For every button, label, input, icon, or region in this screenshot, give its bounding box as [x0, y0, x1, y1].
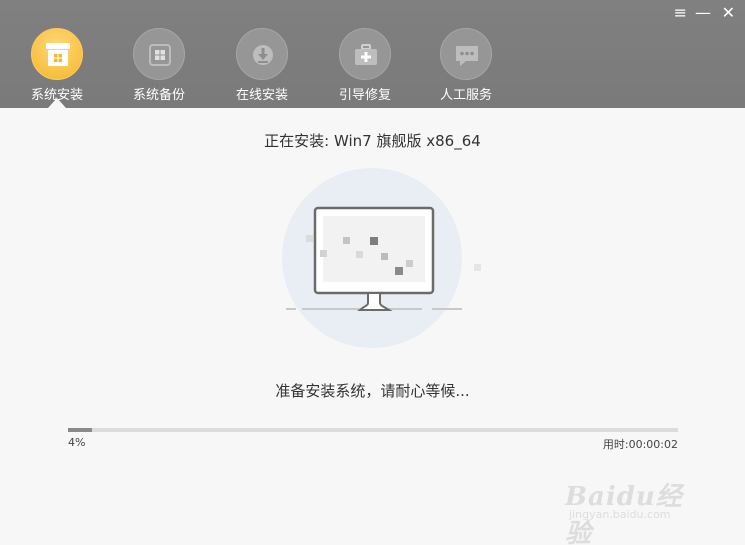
progress-bar — [68, 428, 678, 432]
menu-icon[interactable]: ≡ — [674, 4, 687, 22]
watermark-url: jingyan.baidu.com — [569, 508, 671, 521]
windows-icon — [133, 28, 185, 80]
nav-label: 人工服务 — [439, 88, 492, 103]
download-icon — [236, 28, 288, 80]
install-status-text: 准备安装系统，请耐心等候... — [275, 382, 470, 400]
nav-item-boot-repair[interactable]: 引导修复 — [319, 28, 411, 103]
progress-bar-fill — [68, 428, 93, 432]
medkit-icon — [339, 28, 391, 80]
system-install-icon — [31, 28, 83, 80]
nav-label: 引导修复 — [338, 88, 391, 103]
nav-label: 系统备份 — [132, 88, 185, 103]
progress-percent: 4% — [68, 436, 86, 449]
nav-label: 在线安装 — [235, 88, 288, 103]
nav-item-system-install[interactable]: 系统安装 — [11, 28, 103, 103]
chat-icon — [440, 28, 492, 80]
active-tab-indicator — [48, 98, 66, 108]
close-icon[interactable]: ✕ — [722, 4, 735, 22]
nav-item-human-service[interactable]: 人工服务 — [420, 28, 512, 103]
minimize-icon[interactable]: — — [695, 4, 711, 22]
nav-item-online-install[interactable]: 在线安装 — [216, 28, 308, 103]
top-nav-bar: ≡ — ✕ 系统安装 系统备份 在线安装 引导修复 人工服务 — [0, 0, 745, 108]
baidu-watermark: Baidu经验 jingyan.baidu.com — [565, 476, 701, 545]
install-title: 正在安装: Win7 旗舰版 x86_64 — [264, 132, 481, 150]
elapsed-time: 用时:00:00:02 — [602, 438, 678, 451]
monitor-illustration — [272, 165, 489, 355]
nav-item-system-backup[interactable]: 系统备份 — [113, 28, 205, 103]
